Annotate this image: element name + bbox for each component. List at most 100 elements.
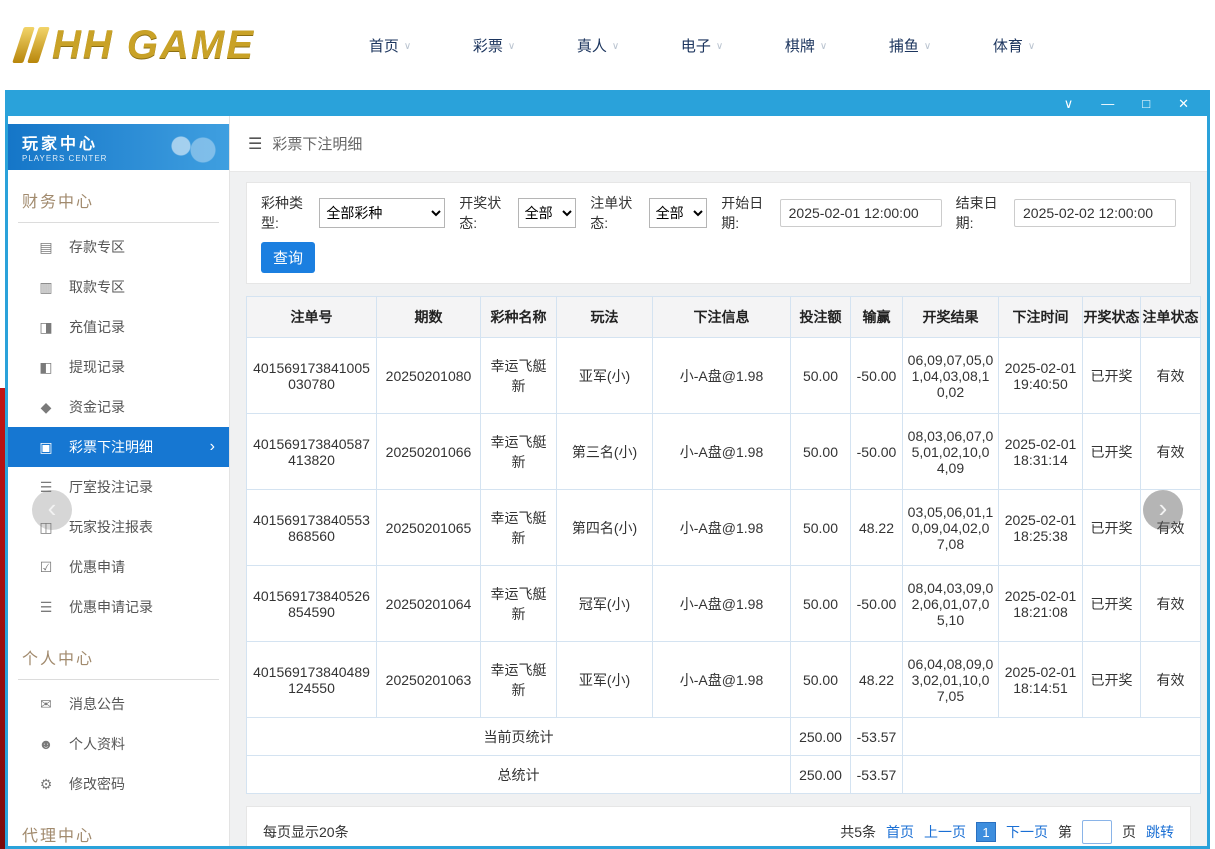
nav-item-sports[interactable]: 体育∨	[962, 35, 1066, 56]
cell-bet-id: 401569173840553868560	[247, 490, 377, 566]
col-draw-status: 开奖状态	[1083, 297, 1141, 338]
nav-item-fishing[interactable]: 捕鱼∨	[858, 35, 962, 56]
cell-winloss: -50.00	[851, 414, 903, 490]
nav-label: 真人	[577, 35, 607, 56]
sidebar-item-profile[interactable]: ☻ 个人资料	[8, 724, 229, 764]
cell-bet-info: 小-A盘@1.98	[653, 566, 791, 642]
cell-period: 20250201064	[377, 566, 481, 642]
sidebar-item-deposit-zone[interactable]: ▤存款专区	[8, 227, 229, 267]
cell-result: 06,04,08,09,03,02,01,10,07,05	[903, 642, 999, 718]
pagination: 每页显示20条 共5条 首页 上一页 1 下一页 第 页 跳转	[246, 806, 1191, 846]
cell-draw-status: 已开奖	[1083, 566, 1141, 642]
bets-table: 注单号 期数 彩种名称 玩法 下注信息 投注额 输赢 开奖结果 下注时间 开奖状…	[246, 296, 1201, 794]
nav-item-lottery[interactable]: 彩票∨	[442, 35, 546, 56]
sidebar-item-label: 个人资料	[69, 734, 125, 754]
prev-page-link[interactable]: 上一页	[924, 822, 966, 842]
window-maximize-icon[interactable]: □	[1142, 97, 1150, 110]
sidebar-item-message-notice[interactable]: ✉ 消息公告	[8, 684, 229, 724]
recharge-icon: ◨	[38, 319, 54, 336]
draw-status-select[interactable]: 全部	[518, 198, 577, 228]
window-dropdown-icon[interactable]: ∨	[1064, 97, 1074, 110]
cell-winloss: 48.22	[851, 642, 903, 718]
cell-bet-id: 401569173840587413820	[247, 414, 377, 490]
cell-draw-status: 已开奖	[1083, 338, 1141, 414]
col-lottery-name: 彩种名称	[481, 297, 557, 338]
sidebar-item-withdrawal-records[interactable]: ◧提现记录	[8, 347, 229, 387]
nav-label: 棋牌	[785, 35, 815, 56]
funds-icon: ◆	[38, 399, 54, 416]
sidebar-item-promo-apply-records[interactable]: ☰优惠申请记录	[8, 587, 229, 627]
first-page-link[interactable]: 首页	[886, 822, 914, 842]
cell-period: 20250201065	[377, 490, 481, 566]
start-date-input[interactable]	[780, 199, 942, 227]
chevron-down-icon: ∨	[924, 41, 931, 52]
summary-bet-total: 250.00	[791, 756, 851, 794]
start-date-label: 开始日期:	[721, 193, 775, 233]
cell-result: 06,09,07,05,01,04,03,08,10,02	[903, 338, 999, 414]
table-row: 40156917384055386856020250201065幸运飞艇新第四名…	[247, 490, 1201, 566]
total-summary-row: 总统计 250.00 -53.57	[247, 756, 1201, 794]
gear-icon: ⚙	[38, 776, 54, 793]
sidebar-item-label: 玩家投注报表	[69, 517, 153, 537]
end-date-label: 结束日期:	[956, 193, 1010, 233]
window-minimize-icon[interactable]: —	[1101, 97, 1114, 110]
cell-play-type: 亚军(小)	[557, 338, 653, 414]
end-date-input[interactable]	[1014, 199, 1176, 227]
cell-bet-status: 有效	[1141, 414, 1201, 490]
draw-status-label: 开奖状态:	[459, 193, 513, 233]
jump-button[interactable]: 跳转	[1146, 822, 1174, 842]
sidebar-item-label: 消息公告	[69, 694, 125, 714]
sidebar-item-recharge-records[interactable]: ◨ 充值记录	[8, 307, 229, 347]
next-page-link[interactable]: 下一页	[1006, 822, 1048, 842]
cell-draw-status: 已开奖	[1083, 490, 1141, 566]
cell-result: 08,04,03,09,02,06,01,07,05,10	[903, 566, 999, 642]
sidebar-item-lottery-bet-details[interactable]: ▣彩票下注明细›	[8, 427, 229, 467]
promo-record-icon: ☰	[38, 599, 54, 616]
nav-item-slots[interactable]: 电子∨	[650, 35, 754, 56]
cell-lottery-name: 幸运飞艇新	[481, 642, 557, 718]
lottery-type-select[interactable]: 全部彩种	[319, 198, 445, 228]
menu-icon[interactable]: ☰	[248, 134, 262, 154]
sidebar-item-label: 存款专区	[69, 237, 125, 257]
window-close-icon[interactable]: ✕	[1178, 97, 1189, 110]
summary-label: 总统计	[247, 756, 791, 794]
sidebar-item-funds-records[interactable]: ◆资金记录	[8, 387, 229, 427]
search-button[interactable]: 查询	[261, 242, 315, 273]
content: 彩种类型: 全部彩种 开奖状态: 全部 注单状态: 全部 开始日期: 结束日期:…	[230, 172, 1207, 846]
cell-period: 20250201066	[377, 414, 481, 490]
nav-item-cards[interactable]: 棋牌∨	[754, 35, 858, 56]
jump-page-input[interactable]	[1082, 820, 1112, 844]
sidebar-item-change-password[interactable]: ⚙修改密码	[8, 764, 229, 804]
page-summary-row: 当前页统计 250.00 -53.57	[247, 718, 1201, 756]
sidebar-item-label: 充值记录	[69, 317, 125, 337]
cell-play-type: 第四名(小)	[557, 490, 653, 566]
cell-bet-id: 401569173840489124550	[247, 642, 377, 718]
table-row: 40156917384052685459020250201064幸运飞艇新冠军(…	[247, 566, 1201, 642]
sidebar: 玩家中心 PLAYERS CENTER 财务中心 ▤存款专区 ▥取款专区 ◨充值…	[8, 116, 230, 846]
page-size-text: 每页显示20条	[263, 822, 349, 842]
col-bet-info: 下注信息	[653, 297, 791, 338]
sidebar-item-withdraw-zone[interactable]: ▥取款专区	[8, 267, 229, 307]
cell-draw-status: 已开奖	[1083, 414, 1141, 490]
current-page-badge[interactable]: 1	[976, 822, 996, 842]
chevron-down-icon: ∨	[404, 41, 411, 52]
col-bet-id: 注单号	[247, 297, 377, 338]
col-bet-amount: 投注额	[791, 297, 851, 338]
cell-winloss: -50.00	[851, 566, 903, 642]
cell-result: 03,05,06,01,10,09,04,02,07,08	[903, 490, 999, 566]
person-icon: ☻	[38, 736, 54, 752]
nav-item-live[interactable]: 真人∨	[546, 35, 650, 56]
carousel-left-arrow[interactable]: ‹	[32, 490, 72, 530]
nav-item-home[interactable]: 首页∨	[338, 35, 442, 56]
table-row: 40156917384100503078020250201080幸运飞艇新亚军(…	[247, 338, 1201, 414]
bet-status-select[interactable]: 全部	[649, 198, 708, 228]
page-title: 彩票下注明细	[272, 133, 362, 154]
chevron-right-icon: ›	[210, 438, 215, 456]
cell-bet-info: 小-A盘@1.98	[653, 490, 791, 566]
cell-play-type: 冠军(小)	[557, 566, 653, 642]
bell-icon: ✉	[38, 696, 54, 713]
chevron-down-icon: ∨	[508, 41, 515, 52]
jump-prefix: 第	[1058, 822, 1072, 842]
sidebar-item-promo-apply[interactable]: ☑优惠申请	[8, 547, 229, 587]
carousel-right-arrow[interactable]: ›	[1143, 490, 1183, 530]
